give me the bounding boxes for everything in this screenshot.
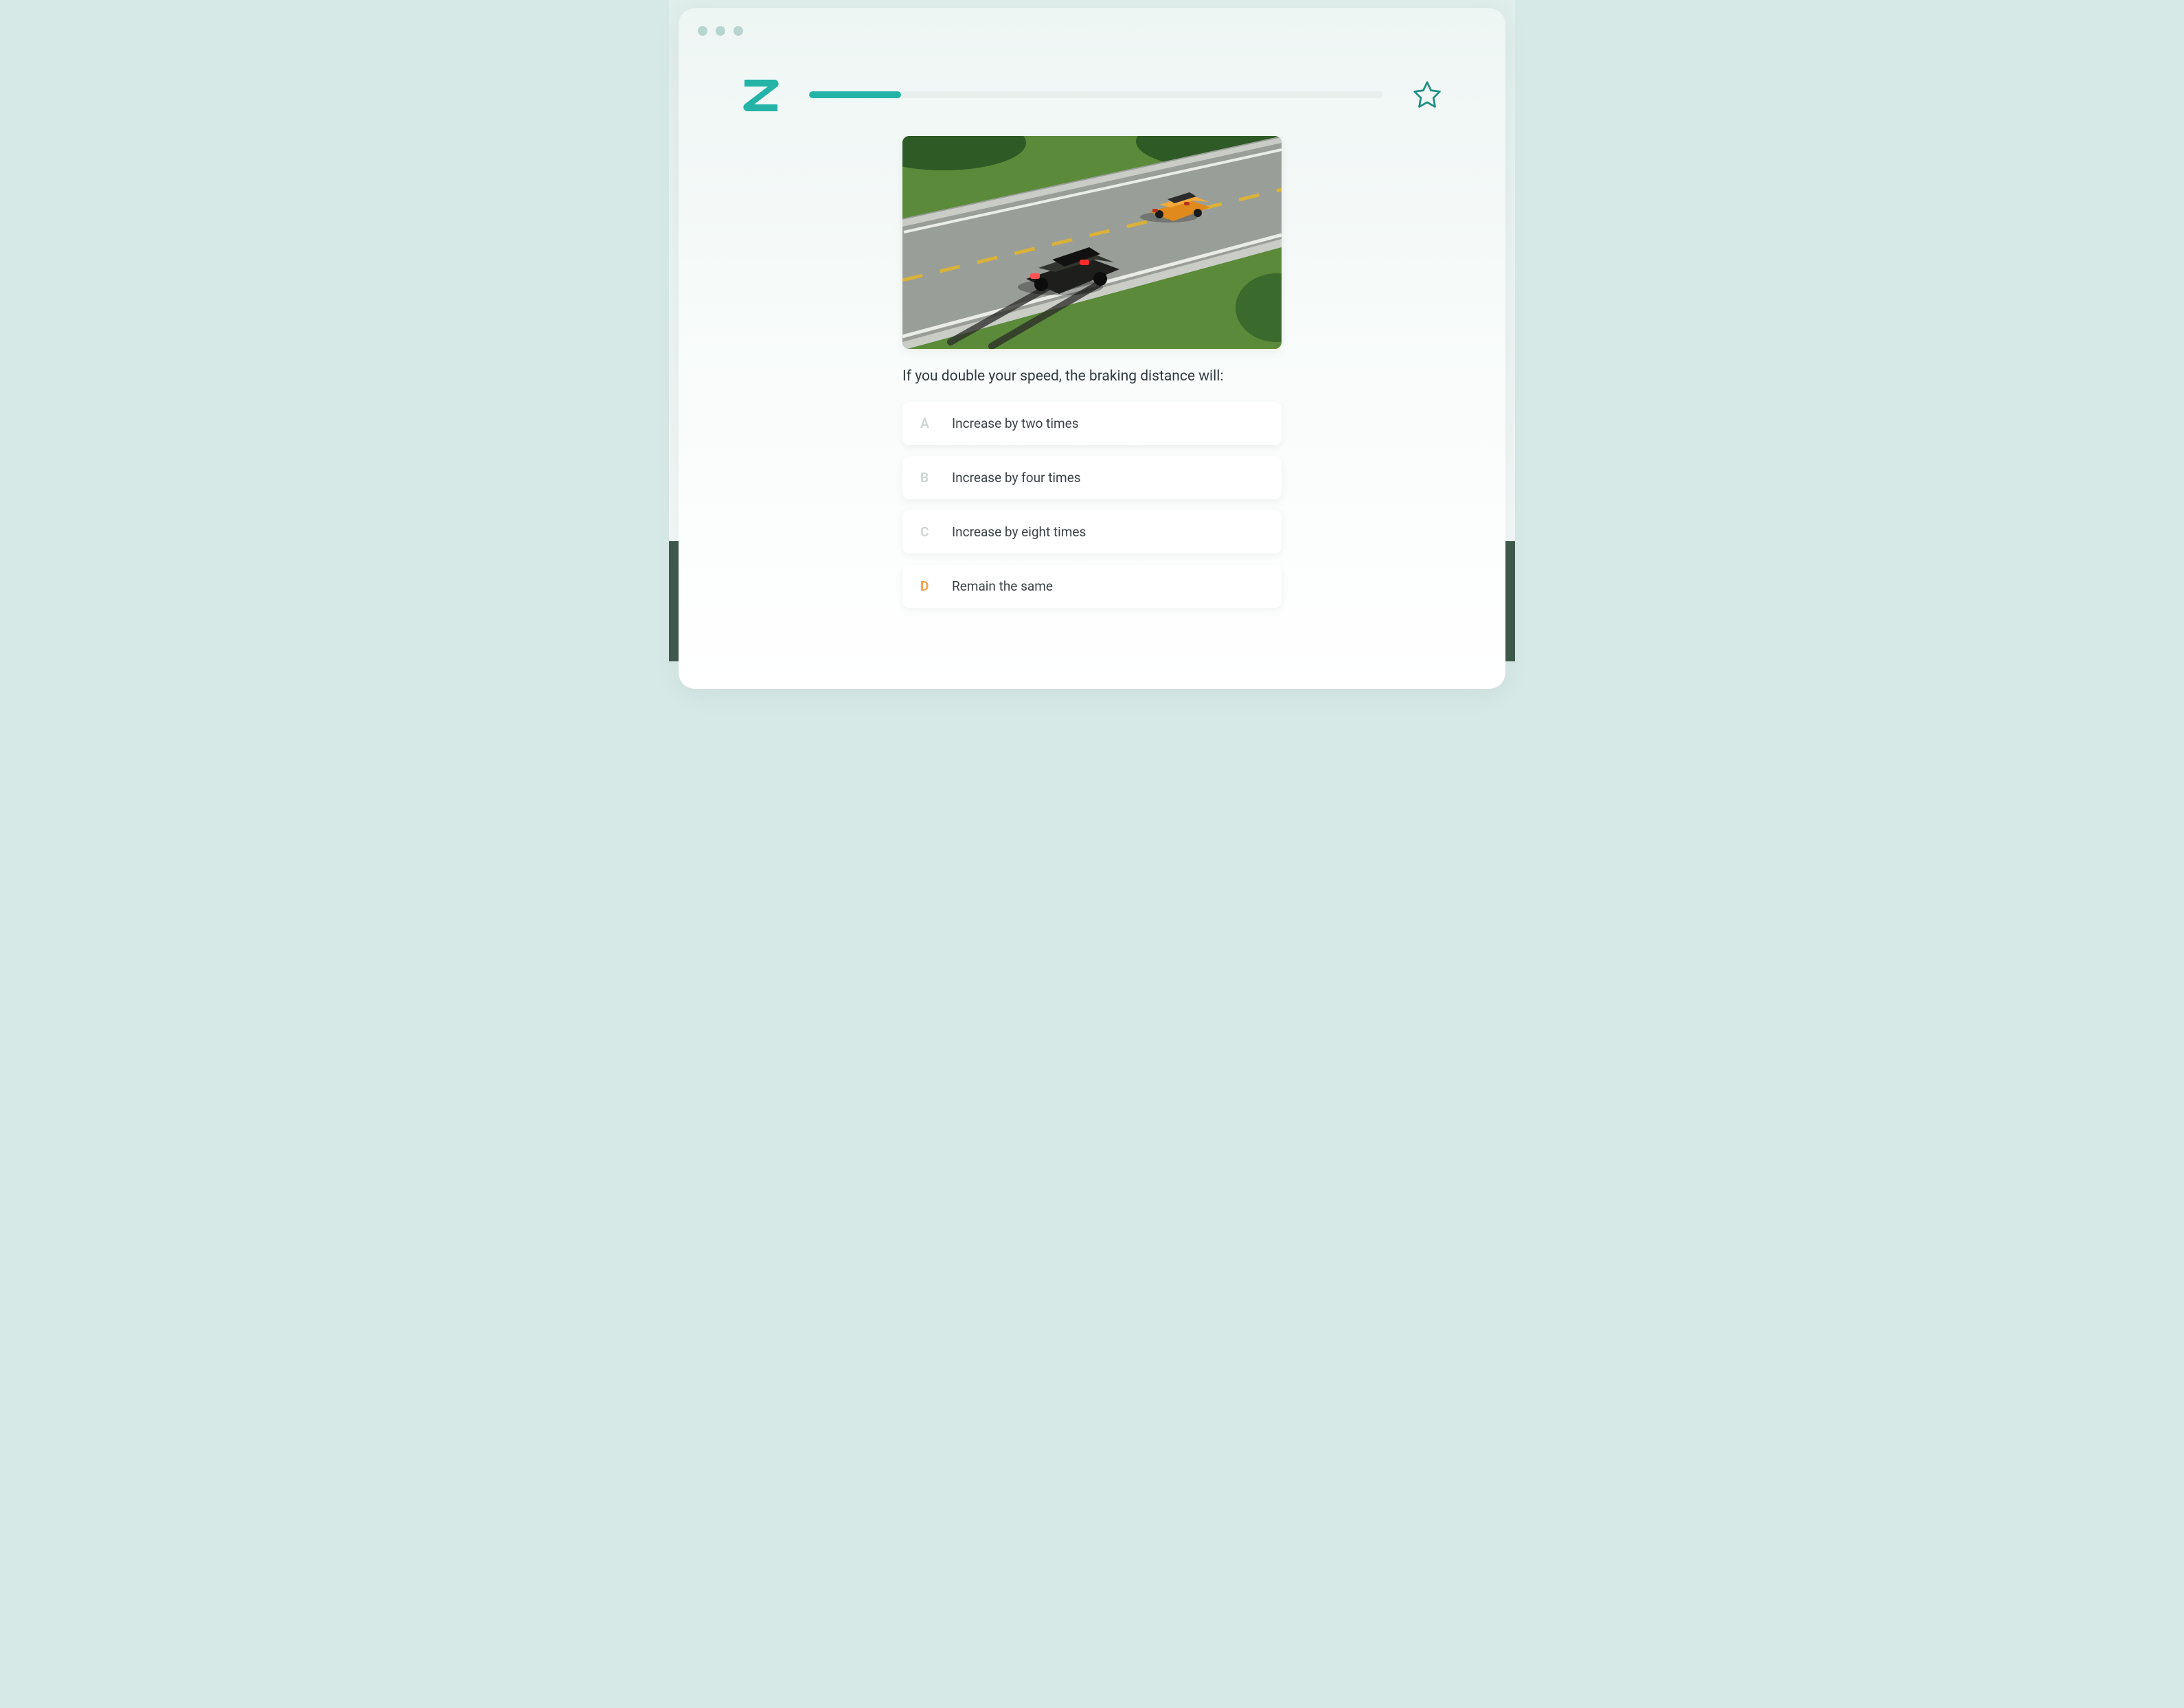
question-panel: If you double your speed, the braking di… bbox=[902, 136, 1282, 608]
answer-option-c[interactable]: C Increase by eight times bbox=[902, 510, 1282, 554]
progress-bar bbox=[809, 91, 1383, 98]
answer-letter: B bbox=[920, 470, 933, 486]
answer-option-b[interactable]: B Increase by four times bbox=[902, 456, 1282, 499]
window-controls bbox=[698, 26, 743, 36]
browser-window: If you double your speed, the braking di… bbox=[679, 8, 1505, 689]
window-dot bbox=[733, 26, 743, 36]
progress-fill bbox=[809, 91, 901, 98]
answer-letter: C bbox=[920, 524, 933, 540]
star-icon bbox=[1412, 80, 1442, 110]
header bbox=[740, 76, 1444, 114]
window-dot bbox=[698, 26, 707, 36]
app-stage: If you double your speed, the braking di… bbox=[669, 0, 1515, 661]
question-text: If you double your speed, the braking di… bbox=[902, 367, 1282, 387]
answer-label: Increase by four times bbox=[952, 470, 1081, 486]
answer-option-a[interactable]: A Increase by two times bbox=[902, 402, 1282, 445]
answer-label: Increase by two times bbox=[952, 415, 1079, 431]
question-image bbox=[902, 136, 1282, 349]
answer-letter: D bbox=[920, 578, 933, 594]
favorite-button[interactable] bbox=[1411, 78, 1444, 111]
road-scene-illustration bbox=[902, 136, 1282, 349]
brand-logo[interactable] bbox=[740, 76, 782, 114]
answer-label: Remain the same bbox=[952, 578, 1053, 594]
answer-option-d[interactable]: D Remain the same bbox=[902, 565, 1282, 608]
answer-label: Increase by eight times bbox=[952, 524, 1086, 540]
answer-letter: A bbox=[920, 415, 933, 431]
answer-list: A Increase by two times B Increase by fo… bbox=[902, 402, 1282, 608]
window-dot bbox=[716, 26, 725, 36]
